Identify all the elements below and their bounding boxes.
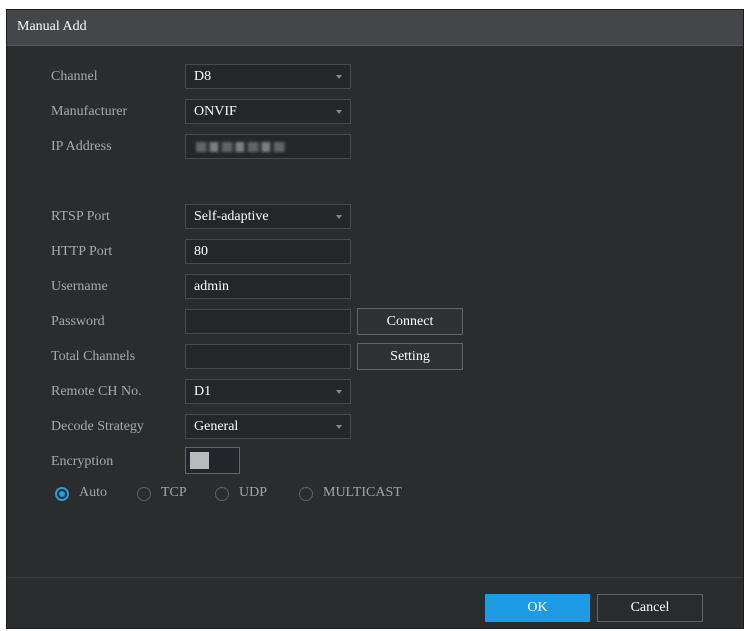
dialog-title: Manual Add bbox=[17, 19, 87, 34]
http-port-value: 80 bbox=[194, 244, 208, 259]
channel-value: D8 bbox=[194, 69, 212, 84]
radio-unchecked-icon bbox=[299, 487, 313, 501]
setting-button[interactable]: Setting bbox=[357, 343, 463, 370]
channel-select[interactable]: D8 bbox=[185, 64, 351, 89]
total-channels-input[interactable] bbox=[185, 344, 351, 369]
http-port-input[interactable]: 80 bbox=[185, 239, 351, 264]
radio-tcp-label: TCP bbox=[161, 485, 187, 500]
redacted-ip-blur bbox=[196, 142, 286, 152]
radio-tcp[interactable]: TCP bbox=[137, 484, 207, 506]
connect-button[interactable]: Connect bbox=[357, 308, 463, 335]
radio-unchecked-icon bbox=[215, 487, 229, 501]
dialog-titlebar: Manual Add bbox=[7, 10, 743, 46]
ok-button[interactable]: OK bbox=[485, 594, 590, 622]
chevron-down-icon bbox=[332, 205, 346, 228]
rtsp-port-select[interactable]: Self-adaptive bbox=[185, 204, 351, 229]
rtsp-port-label: RTSP Port bbox=[51, 209, 110, 224]
manufacturer-select[interactable]: ONVIF bbox=[185, 99, 351, 124]
decode-strategy-value: General bbox=[194, 419, 239, 434]
remote-ch-no-label: Remote CH No. bbox=[51, 384, 142, 399]
radio-multicast-label: MULTICAST bbox=[323, 485, 402, 500]
toggle-knob bbox=[190, 452, 209, 469]
radio-udp-label: UDP bbox=[239, 485, 268, 500]
remote-ch-no-value: D1 bbox=[194, 384, 212, 399]
password-input[interactable] bbox=[185, 309, 351, 334]
rtsp-port-value: Self-adaptive bbox=[194, 209, 269, 224]
total-channels-label: Total Channels bbox=[51, 349, 136, 364]
radio-auto[interactable]: Auto bbox=[55, 484, 125, 506]
username-input[interactable]: admin bbox=[185, 274, 351, 299]
manufacturer-label: Manufacturer bbox=[51, 104, 128, 119]
manufacturer-value: ONVIF bbox=[194, 104, 237, 119]
radio-unchecked-icon bbox=[137, 487, 151, 501]
http-port-label: HTTP Port bbox=[51, 244, 113, 259]
encryption-label: Encryption bbox=[51, 454, 114, 469]
decode-strategy-label: Decode Strategy bbox=[51, 419, 144, 434]
encryption-toggle[interactable] bbox=[185, 447, 240, 474]
radio-auto-label: Auto bbox=[79, 485, 107, 500]
ip-address-input[interactable] bbox=[185, 134, 351, 159]
cancel-button[interactable]: Cancel bbox=[597, 594, 703, 622]
channel-label: Channel bbox=[51, 69, 98, 84]
chevron-down-icon bbox=[332, 415, 346, 438]
decode-strategy-select[interactable]: General bbox=[185, 414, 351, 439]
username-value: admin bbox=[194, 279, 229, 294]
username-label: Username bbox=[51, 279, 108, 294]
password-label: Password bbox=[51, 314, 105, 329]
footer-divider bbox=[7, 577, 743, 578]
radio-multicast[interactable]: MULTICAST bbox=[299, 484, 419, 506]
chevron-down-icon bbox=[332, 380, 346, 403]
ip-address-label: IP Address bbox=[51, 139, 112, 154]
remote-ch-no-select[interactable]: D1 bbox=[185, 379, 351, 404]
radio-udp[interactable]: UDP bbox=[215, 484, 285, 506]
chevron-down-icon bbox=[332, 100, 346, 123]
chevron-down-icon bbox=[332, 65, 346, 88]
manual-add-dialog: Manual Add Channel D8 Manufacturer ONVIF… bbox=[6, 9, 744, 629]
radio-checked-icon bbox=[55, 487, 69, 501]
